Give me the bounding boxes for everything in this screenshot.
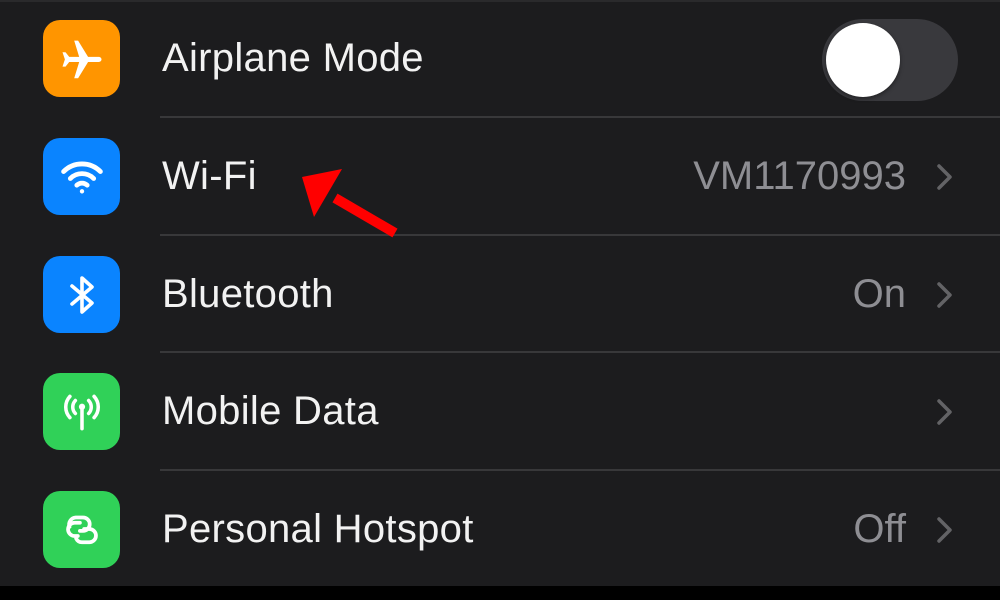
row-label: Airplane Mode bbox=[162, 36, 424, 80]
airplane-mode-toggle[interactable] bbox=[822, 19, 958, 101]
annotation-arrow-icon bbox=[302, 169, 398, 238]
settings-row-bluetooth[interactable]: Bluetooth On bbox=[0, 236, 1000, 353]
settings-row-airplane-mode[interactable]: Airplane Mode bbox=[0, 0, 1000, 117]
hotspot-link-icon bbox=[43, 491, 120, 568]
antenna-icon bbox=[43, 373, 120, 450]
hotspot-status-value: Off bbox=[853, 507, 906, 551]
bluetooth-status-value: On bbox=[852, 272, 906, 316]
row-label: Bluetooth bbox=[162, 272, 334, 316]
bottom-edge bbox=[0, 586, 1000, 600]
row-label: Personal Hotspot bbox=[162, 507, 474, 551]
airplane-icon bbox=[43, 20, 120, 97]
settings-row-mobile-data[interactable]: Mobile Data bbox=[0, 353, 1000, 470]
wifi-icon bbox=[43, 138, 120, 215]
wifi-network-value: VM1170993 bbox=[693, 154, 906, 198]
settings-row-personal-hotspot[interactable]: Personal Hotspot Off bbox=[0, 471, 1000, 588]
chevron-right-icon bbox=[937, 282, 952, 308]
settings-row-wifi[interactable]: Wi-Fi VM1170993 bbox=[0, 118, 1000, 235]
chevron-right-icon bbox=[937, 164, 952, 190]
toggle-knob bbox=[826, 23, 900, 97]
chevron-right-icon bbox=[937, 399, 952, 425]
row-label: Wi-Fi bbox=[162, 154, 257, 198]
bluetooth-icon bbox=[43, 256, 120, 333]
chevron-right-icon bbox=[937, 517, 952, 543]
row-label: Mobile Data bbox=[162, 389, 379, 433]
